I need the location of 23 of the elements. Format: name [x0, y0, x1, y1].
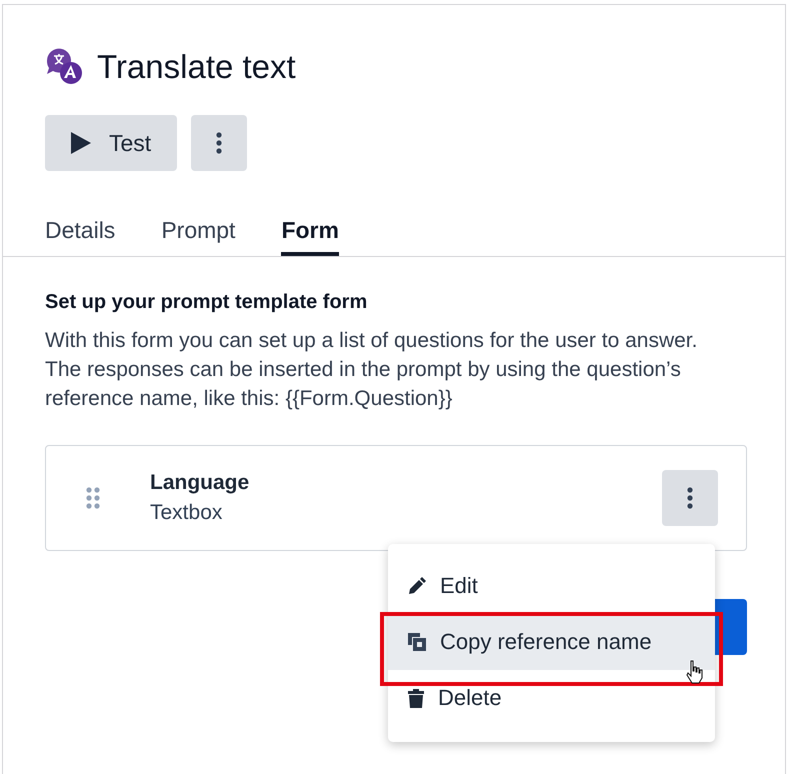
test-button[interactable]: Test	[45, 115, 178, 171]
drag-handle-icon[interactable]	[86, 487, 100, 509]
hand-cursor-icon	[686, 660, 704, 684]
tab[interactable]: Details	[45, 215, 116, 256]
menu-item[interactable]: Copy reference name	[388, 614, 715, 670]
trash-icon	[408, 688, 424, 708]
section-description: With this form you can set up a list of questions for the user to answer. The responses can be inserted in the prompt by using the question’s reference name, like this: {{Form.Question}}	[45, 328, 698, 412]
question-name: Language	[150, 471, 250, 495]
pencil-icon	[408, 577, 426, 595]
menu-item[interactable]: Delete	[388, 670, 715, 726]
copy-icon	[408, 633, 426, 651]
more-icon	[687, 487, 693, 509]
more-button[interactable]	[662, 470, 718, 526]
tab[interactable]: Form	[281, 215, 339, 256]
more-icon	[216, 132, 222, 154]
page-title: Translate text	[97, 48, 296, 86]
translate-icon	[45, 47, 85, 87]
question-type: Textbox	[150, 501, 224, 525]
section-title: Set up your prompt template form	[45, 291, 368, 314]
more-button[interactable]	[191, 115, 248, 171]
play-icon	[71, 132, 91, 154]
tab[interactable]: Prompt	[161, 215, 236, 256]
menu-item[interactable]: Edit	[388, 558, 715, 614]
